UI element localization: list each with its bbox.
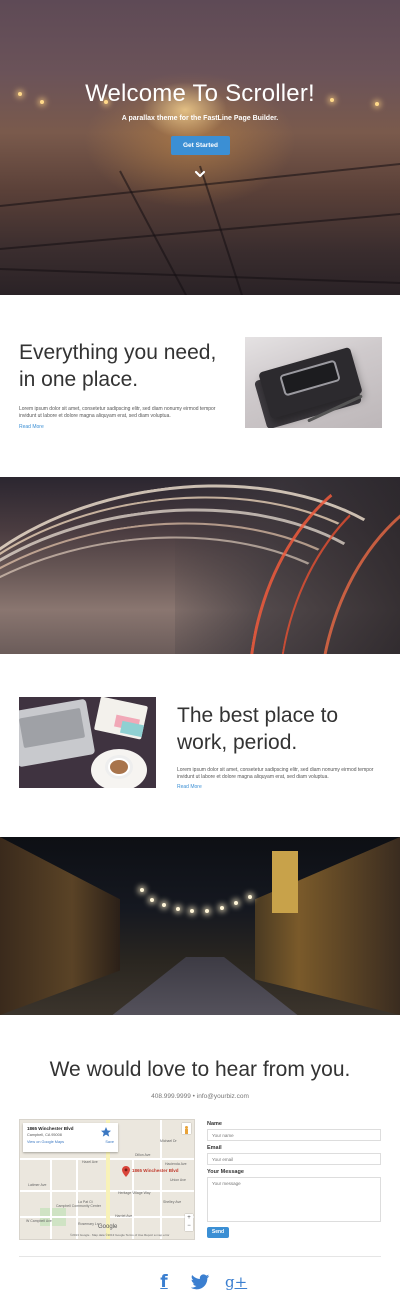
- string-light: [162, 903, 166, 907]
- name-label: Name: [207, 1121, 222, 1127]
- page: Welcome To Scroller! A parallax theme fo…: [0, 0, 400, 1313]
- feature1-title-line2: in one place.: [19, 368, 139, 391]
- map-label: Union Ave: [170, 1178, 186, 1182]
- hero-section: Welcome To Scroller! A parallax theme fo…: [0, 0, 400, 295]
- map-label: Michael Dr: [160, 1139, 177, 1143]
- feature2-title-line1: The best place to: [177, 704, 339, 727]
- feature1-body-line1: Lorem ipsum dolor sit amet, consetetur s…: [19, 406, 216, 412]
- map-label: Rosemary Ln: [78, 1222, 99, 1226]
- feature1-body-line2: invidunt ut labore et dolore magna aliqu…: [19, 413, 171, 419]
- message-label: Your Message: [207, 1169, 244, 1175]
- map-zoom-control[interactable]: + −: [185, 1214, 193, 1231]
- map-label: W Campbell Ave: [26, 1219, 52, 1223]
- map-label: Harriet Ave: [115, 1214, 133, 1218]
- google-map[interactable]: Dillon Ave Latimer Ave Michael Dr Herita…: [19, 1119, 195, 1240]
- contact-title: We would love to hear from you.: [49, 1058, 351, 1081]
- contact-info: 408.999.9999 • info@yourbiz.com: [151, 1093, 249, 1100]
- map-footer: ©2013 Google · Map data ©2013 Google Ter…: [70, 1233, 170, 1237]
- map-label: Shelley Ave: [163, 1200, 182, 1204]
- map-road: [160, 1120, 162, 1239]
- hero-subtitle: A parallax theme for the FastLine Page B…: [121, 115, 279, 122]
- highway-parallax-image: [0, 477, 400, 654]
- feature2-body-line1: Lorem ipsum dolor sit amet, consetetur s…: [177, 767, 374, 773]
- feature2-title-line2: work, period.: [177, 731, 298, 754]
- desk-coffee-image: [19, 697, 156, 788]
- tea-shape: [110, 760, 128, 774]
- map-label: Heritage Village Way: [118, 1191, 151, 1195]
- pegman-icon[interactable]: [182, 1123, 191, 1134]
- street-parallax-image: [0, 837, 400, 1015]
- street-wall-left: [0, 837, 120, 1015]
- string-light: [150, 898, 154, 902]
- string-light: [190, 909, 194, 913]
- message-textarea[interactable]: [207, 1177, 381, 1222]
- feature2-title: The best place to work, period.: [177, 702, 387, 756]
- chevron-down-icon[interactable]: [193, 167, 207, 181]
- name-input[interactable]: [207, 1129, 381, 1141]
- footer-divider: [19, 1256, 381, 1257]
- googleplus-icon[interactable]: g+: [225, 1271, 247, 1293]
- email-input[interactable]: [207, 1153, 381, 1165]
- map-pin-icon[interactable]: [122, 1166, 130, 1177]
- feature1-body: Lorem ipsum dolor sit amet, consetetur s…: [19, 406, 239, 420]
- map-label: Campbell Community Center: [56, 1204, 101, 1208]
- map-label: Dillon Ave: [135, 1153, 151, 1157]
- email-label: Email: [207, 1145, 222, 1151]
- map-road: [50, 1160, 52, 1239]
- string-light: [248, 895, 252, 899]
- map-info-card: 1865 Winchester Blvd Campbell, CA 95008 …: [23, 1123, 118, 1152]
- facebook-icon[interactable]: f: [153, 1271, 175, 1293]
- google-logo: Google: [98, 1224, 118, 1230]
- string-light: [176, 907, 180, 911]
- feature1-read-more-link[interactable]: Read More: [19, 424, 44, 430]
- hero-wire: [0, 268, 400, 285]
- feature1-title-line1: Everything you need,: [19, 341, 217, 364]
- feature2-body: Lorem ipsum dolor sit amet, consetetur s…: [177, 767, 387, 781]
- string-light: [140, 888, 144, 892]
- phone-notebook-image: [245, 337, 382, 428]
- map-save-label[interactable]: Save: [105, 1140, 114, 1144]
- street-banner: [272, 851, 298, 913]
- feature2-read-more-link[interactable]: Read More: [177, 784, 202, 790]
- feature1-title: Everything you need, in one place.: [19, 339, 234, 393]
- send-button[interactable]: Send: [207, 1227, 229, 1238]
- map-label: Hazel Ave: [82, 1160, 98, 1164]
- map-label: Latimer Ave: [28, 1183, 47, 1187]
- star-icon[interactable]: [100, 1126, 112, 1138]
- hero-wire: [0, 211, 400, 250]
- feature2-body-line2: invidunt ut labore et dolore magna aliqu…: [177, 774, 329, 780]
- string-light: [234, 901, 238, 905]
- get-started-button[interactable]: Get Started: [171, 136, 230, 155]
- string-light: [220, 906, 224, 910]
- map-pin-label: 1865 Winchester Blvd: [132, 1168, 179, 1173]
- string-light: [205, 909, 209, 913]
- map-label: Hacienda Ave: [165, 1162, 187, 1166]
- zoom-out-icon[interactable]: −: [185, 1222, 193, 1230]
- view-on-google-maps-link[interactable]: View on Google Maps: [27, 1140, 114, 1144]
- zoom-in-icon[interactable]: +: [185, 1214, 193, 1222]
- hero-title: Welcome To Scroller!: [85, 80, 315, 107]
- twitter-icon[interactable]: [189, 1271, 211, 1293]
